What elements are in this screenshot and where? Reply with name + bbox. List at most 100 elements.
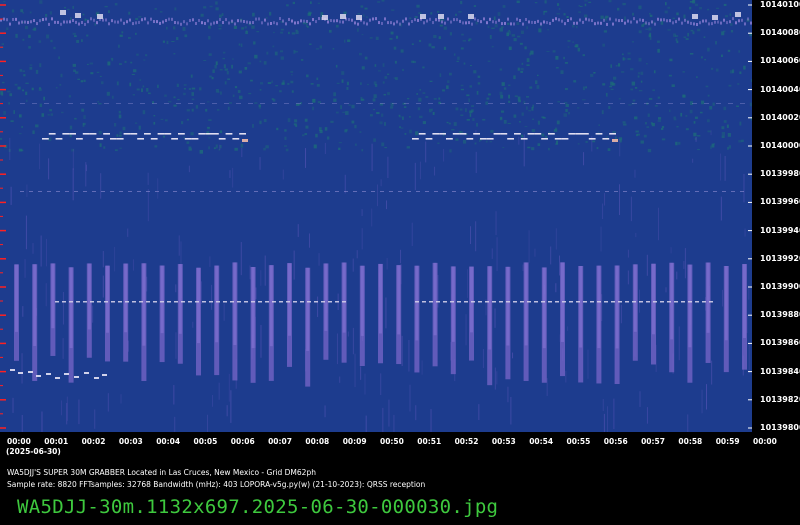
- noise-streak: [534, 248, 536, 257]
- noise-speck: [116, 134, 119, 137]
- trace-segment: [300, 301, 304, 303]
- trace-segment: [139, 301, 143, 303]
- qrss-stripe-core: [579, 265, 583, 348]
- top-band-mark: [627, 19, 629, 23]
- qrss-stripe-core: [451, 266, 455, 342]
- morse-trace: [507, 138, 514, 140]
- noise-speck: [728, 145, 731, 149]
- top-band-mark: [162, 20, 164, 24]
- noise-speck: [622, 57, 625, 61]
- noise-speck: [630, 68, 634, 71]
- noise-speck: [685, 38, 689, 40]
- noise-streak: [178, 235, 180, 256]
- noise-speck: [433, 98, 437, 100]
- noise-speck: [449, 72, 452, 76]
- noise-speck: [443, 26, 447, 30]
- noise-speck: [407, 98, 410, 100]
- top-band-mark: [465, 21, 467, 25]
- noise-streak: [192, 321, 194, 328]
- noise-speck: [39, 103, 42, 107]
- noise-speck: [8, 102, 10, 105]
- noise-speck: [727, 49, 731, 52]
- noise-speck: [732, 69, 735, 73]
- noise-speck: [240, 43, 243, 48]
- faint-trace: [236, 191, 240, 192]
- trace-segment: [429, 301, 433, 303]
- noise-streak: [434, 166, 436, 176]
- noise-speck: [173, 104, 177, 107]
- top-band-mark: [366, 22, 368, 26]
- noise-speck: [552, 50, 556, 53]
- noise-streak: [494, 367, 496, 390]
- top-mark: [712, 15, 718, 20]
- noise-speck: [15, 33, 18, 38]
- noise-speck: [503, 119, 507, 124]
- noise-speck: [730, 23, 733, 26]
- noise-speck: [615, 65, 618, 67]
- top-band-mark: [339, 20, 341, 24]
- noise-speck: [565, 103, 569, 107]
- noise-streak: [380, 373, 382, 396]
- top-band-mark: [510, 22, 512, 26]
- noise-speck: [439, 24, 443, 27]
- faint-trace: [716, 103, 721, 104]
- noise-speck: [665, 2, 667, 6]
- trace-segment: [69, 301, 73, 303]
- noise-speck: [637, 72, 641, 75]
- trace-segment: [639, 301, 643, 303]
- noise-speck: [637, 75, 640, 78]
- noise-speck: [521, 112, 524, 116]
- top-band-mark: [249, 21, 251, 25]
- noise-speck: [457, 56, 460, 60]
- qrss-stripe-core: [124, 263, 128, 333]
- top-band-mark: [522, 22, 524, 26]
- noise-speck: [508, 100, 511, 103]
- faint-trace: [128, 103, 133, 104]
- qrss-stripe-core: [506, 266, 510, 346]
- noise-speck: [50, 113, 54, 116]
- faint-trace: [470, 191, 474, 192]
- top-band-mark: [192, 18, 194, 22]
- noise-speck: [437, 142, 440, 144]
- noise-speck: [238, 43, 241, 46]
- beacon-dot: [102, 374, 107, 376]
- trace-segment: [307, 301, 311, 303]
- noise-speck: [306, 26, 309, 28]
- top-band-mark: [633, 17, 635, 21]
- noise-speck: [22, 12, 25, 14]
- noise-streak: [22, 306, 24, 317]
- top-band-mark: [405, 17, 407, 21]
- noise-speck: [72, 63, 77, 67]
- noise-speck: [25, 99, 28, 103]
- frequency-tick-label: 10139820: [760, 394, 800, 404]
- top-band-mark: [186, 22, 188, 26]
- noise-streak: [188, 165, 190, 173]
- noise-speck: [341, 71, 345, 75]
- noise-speck: [292, 1, 296, 5]
- noise-speck: [448, 122, 451, 125]
- noise-speck: [38, 40, 42, 43]
- top-band-mark: [69, 20, 71, 24]
- top-band-mark: [471, 22, 473, 26]
- top-band-mark: [123, 21, 125, 25]
- faint-trace: [260, 103, 265, 104]
- top-band-mark: [726, 21, 728, 25]
- top-band-mark: [30, 20, 32, 24]
- morse-trace: [137, 138, 144, 140]
- noise-streak: [147, 172, 149, 185]
- noise-speck: [32, 130, 35, 134]
- noise-speck: [473, 70, 477, 74]
- noise-speck: [416, 4, 420, 8]
- noise-streak: [415, 405, 417, 421]
- noise-speck: [526, 106, 528, 110]
- trace-segment: [62, 301, 66, 303]
- qrss-stripe-core: [160, 265, 164, 334]
- noise-speck: [309, 43, 312, 45]
- frequency-tick-label: 10139860: [760, 338, 800, 348]
- noise-speck: [174, 7, 177, 11]
- noise-speck: [290, 74, 293, 76]
- noise-speck: [283, 145, 288, 147]
- noise-streak: [282, 169, 284, 180]
- noise-speck: [722, 30, 726, 32]
- top-band-mark: [681, 21, 683, 25]
